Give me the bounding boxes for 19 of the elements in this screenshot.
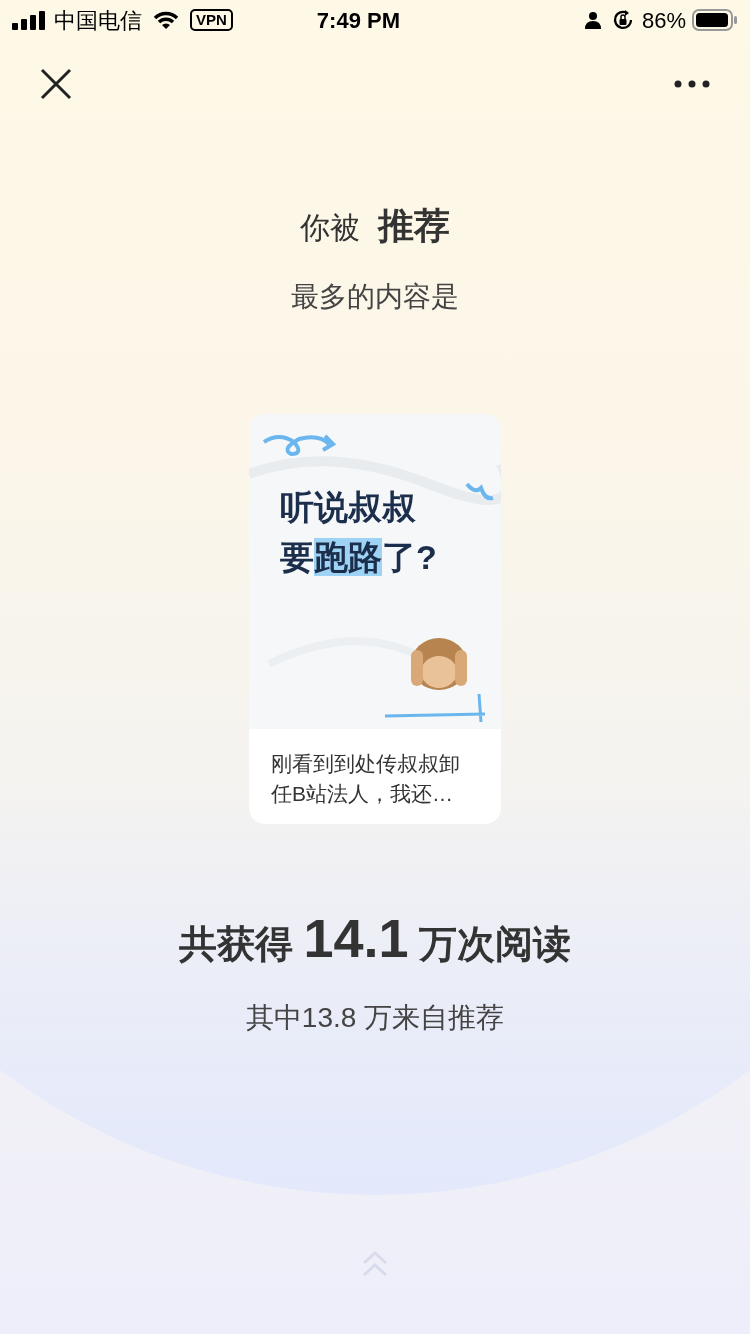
signal-icon xyxy=(12,10,48,30)
person-icon xyxy=(583,11,602,29)
headline: 你被 推荐 xyxy=(298,204,452,248)
wifi-icon xyxy=(152,10,180,30)
close-icon xyxy=(40,68,72,100)
total-reads: 共获得 14.1 万次阅读 xyxy=(177,907,573,970)
battery-percent: 86% xyxy=(641,6,686,35)
more-icon xyxy=(674,80,710,88)
recommend-reads: 其中13.8 万来自推荐 xyxy=(244,1001,506,1035)
subheadline: 最多的内容是 xyxy=(290,280,460,314)
carrier-name: 中国电信 xyxy=(54,6,142,35)
close-button[interactable] xyxy=(38,66,74,102)
card-caption: 刚看到到处传叔叔卸任B站法人，我还… xyxy=(270,751,461,807)
cover-title-line: 要跑路了? xyxy=(280,537,437,578)
cover-title-line: 听说叔叔 xyxy=(280,487,416,528)
vpn-badge: VPN xyxy=(190,9,233,31)
battery-icon xyxy=(692,9,738,31)
rotation-lock-icon xyxy=(611,9,634,31)
status-time: 7:49 PM xyxy=(316,6,400,35)
